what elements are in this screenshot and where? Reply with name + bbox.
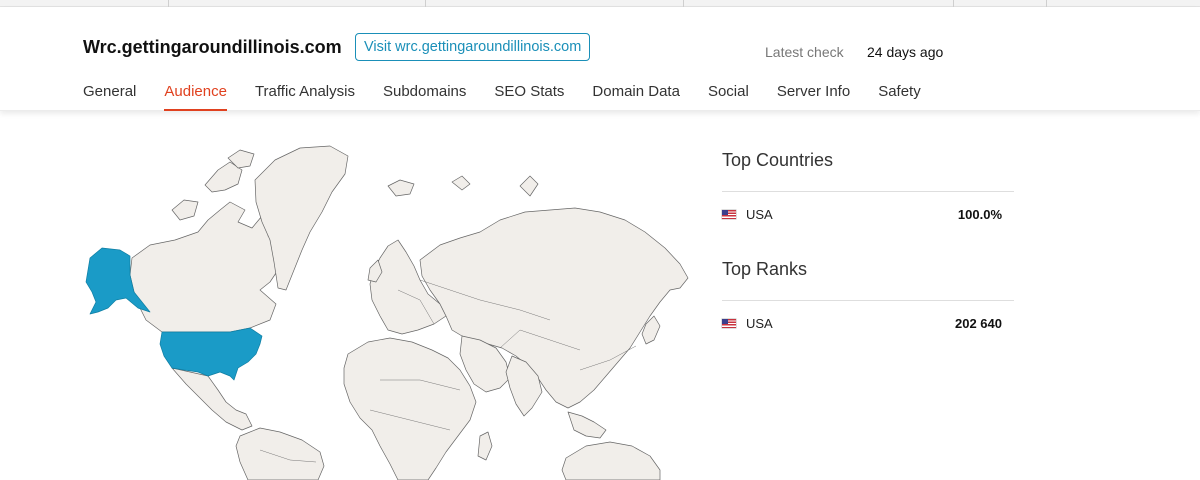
latest-check-label: Latest check bbox=[765, 44, 844, 60]
top-ranks-panel: Top Ranks USA 202 640 bbox=[722, 259, 1014, 345]
strip-divider bbox=[425, 0, 426, 7]
country-share: 100.0% bbox=[957, 206, 1002, 222]
map-region-svalbard bbox=[451, 175, 471, 191]
top-ranks-title: Top Ranks bbox=[722, 259, 808, 279]
world-map bbox=[80, 140, 695, 480]
strip-divider bbox=[953, 0, 954, 7]
map-region-mexico bbox=[171, 367, 253, 431]
tab-traffic-analysis[interactable]: Traffic Analysis bbox=[255, 83, 355, 111]
visit-site-button[interactable]: Visit wrc.gettingaroundillinois.com bbox=[355, 33, 591, 61]
tab-subdomains[interactable]: Subdomains bbox=[383, 83, 466, 111]
map-region-south-america bbox=[235, 427, 325, 480]
map-region-australia bbox=[561, 441, 661, 480]
tab-seo-stats[interactable]: SEO Stats bbox=[494, 83, 564, 111]
country-name: USA bbox=[746, 206, 773, 222]
map-region-africa bbox=[343, 337, 477, 480]
table-row: USA 100.0% bbox=[722, 192, 1014, 236]
top-countries-title: Top Countries bbox=[722, 150, 834, 170]
tab-bar: General Audience Traffic Analysis Subdom… bbox=[83, 83, 949, 111]
strip-divider bbox=[683, 0, 684, 7]
tab-social[interactable]: Social bbox=[708, 83, 749, 111]
usa-flag-icon bbox=[722, 209, 736, 219]
tab-audience[interactable]: Audience bbox=[164, 83, 227, 111]
strip-divider bbox=[168, 0, 169, 7]
latest-check-value: 24 days ago bbox=[867, 44, 944, 60]
tab-server-info[interactable]: Server Info bbox=[777, 83, 850, 111]
tab-safety[interactable]: Safety bbox=[878, 83, 921, 111]
table-row: USA 202 640 bbox=[722, 301, 1014, 345]
map-region-southeast-asia bbox=[567, 411, 607, 439]
map-region-iceland bbox=[387, 179, 415, 197]
browser-top-strip bbox=[0, 0, 1200, 7]
site-header: Wrc.gettingaroundillinois.com Visit wrc.… bbox=[0, 7, 1200, 111]
country-name: USA bbox=[746, 315, 773, 331]
map-region-madagascar bbox=[477, 431, 493, 461]
tab-domain-data[interactable]: Domain Data bbox=[592, 83, 680, 111]
country-rank: 202 640 bbox=[955, 315, 1002, 331]
top-countries-panel: Top Countries USA 100.0% bbox=[722, 150, 1014, 236]
map-region-novaya-zemlya bbox=[519, 175, 539, 197]
tab-general[interactable]: General bbox=[83, 83, 136, 111]
map-region-arctic-islands bbox=[171, 199, 199, 221]
site-title: Wrc.gettingaroundillinois.com bbox=[83, 37, 342, 57]
usa-flag-icon bbox=[722, 318, 736, 328]
strip-divider bbox=[1046, 0, 1047, 7]
